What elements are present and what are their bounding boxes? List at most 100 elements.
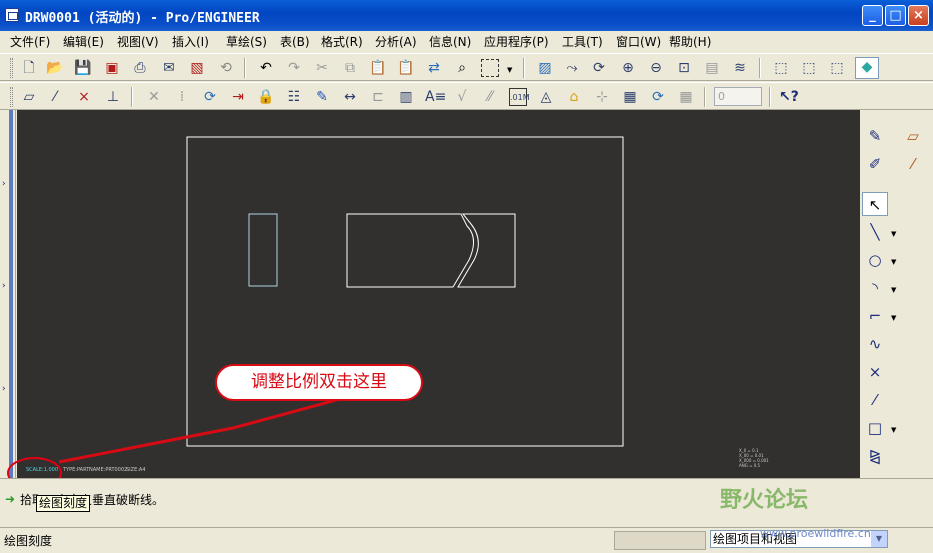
menu-insert[interactable]: 插入(I) [172,33,209,50]
broken-view-left[interactable] [346,213,474,288]
symbol-palette-icon[interactable]: ⌂ [565,88,583,106]
chevron-down-icon[interactable]: ▼ [891,426,896,434]
fillet-icon[interactable]: ⌐ [862,304,888,328]
chevron-down-icon[interactable]: ▼ [871,531,887,547]
draft-axis-icon[interactable]: ⁄ [900,152,926,176]
menu-analysis[interactable]: 分析(A) [375,33,417,50]
open-folder-icon[interactable]: 📂 [46,59,64,77]
menu-sketch[interactable]: 草绘(S) [226,33,267,50]
draft-datum-plane-icon[interactable]: ▱ [900,124,926,148]
show-annotations-icon[interactable]: ✎ [313,88,331,106]
circle-icon[interactable]: ○ [862,248,888,272]
save-icon[interactable]: 💾 [74,59,92,77]
menu-applications[interactable]: 应用程序(P) [484,33,549,50]
sketcher-palette-icon[interactable]: ✎ [862,124,888,148]
minimize-button[interactable]: _ [862,5,883,26]
update-sheets-icon[interactable]: ⟳ [201,88,219,106]
delete-icon: ✕ [148,89,160,105]
maximize-button[interactable]: □ [885,5,906,26]
dimension-icon[interactable]: ↔ [341,88,359,106]
menu-file[interactable]: 文件(F) [10,33,50,50]
move-to-sheet-icon[interactable]: ⇥ [229,88,247,106]
spin-center-icon[interactable]: ⤳ [563,59,581,77]
datum-planes-icon[interactable]: ▱ [20,88,38,106]
spinner-input[interactable]: 0 [714,87,762,106]
regenerate-model-icon[interactable]: ⇄ [425,59,443,77]
context-help-icon[interactable]: ↖? [779,88,799,106]
note-icon[interactable]: A≡ [425,88,446,106]
new-file-icon[interactable]: 🗋 [20,59,38,77]
chevron-down-icon[interactable]: ▼ [891,230,896,238]
arrow-right-icon: ➜ [5,492,16,506]
window-title: DRW0001 (活动的) - Pro/ENGINEER [25,11,260,26]
status-panel [614,531,706,550]
menu-table[interactable]: 表(B) [280,33,310,50]
navigator-strip[interactable]: › › › [0,110,16,478]
repaint-icon[interactable]: ▨ [536,59,554,77]
chevron-right-icon[interactable]: › [2,180,6,189]
chevron-down-icon[interactable]: ▼ [891,258,896,266]
table-icon[interactable]: ☷ [285,88,303,106]
symbol-icon[interactable]: ◬ [537,88,555,106]
offset-edge-icon[interactable]: ⁄ [862,388,888,412]
menu-window[interactable]: 窗口(W) [616,33,661,50]
toolbar-grip[interactable] [10,58,13,78]
redo-icon: ↷ [288,60,300,76]
selection-box-icon[interactable] [481,59,499,77]
chevron-right-icon[interactable]: › [2,385,6,394]
balloon-icon[interactable]: .01M [509,88,530,106]
mirror-icon[interactable]: ⧎ [862,444,888,468]
callout-arrow [58,426,234,464]
reference-dimension-icon[interactable]: ▥ [397,88,415,106]
print-icon[interactable]: ⎙ [131,59,149,77]
toolbar-grip[interactable] [10,87,13,107]
status-text: 绘图刻度 [4,534,53,548]
rectangle-icon[interactable]: □ [862,416,888,440]
zoom-out-icon[interactable]: ⊖ [647,59,665,77]
separator [704,87,706,107]
chevron-down-icon[interactable]: ▼ [507,66,512,74]
layers-icon[interactable]: ≋ [731,59,749,77]
undo-icon[interactable]: ↶ [257,59,275,77]
datum-points-icon[interactable]: × [75,88,93,106]
lock-view-icon[interactable]: 🔒 [257,88,275,106]
select-pointer-icon[interactable]: ↖ [862,192,888,216]
menu-edit[interactable]: 编辑(E) [63,33,104,50]
spline-icon[interactable]: ∿ [862,332,888,356]
model-name-label: NAME:PRT0002 [89,467,128,473]
chevron-down-icon[interactable]: ▼ [891,286,896,294]
point-icon[interactable]: × [862,360,888,384]
close-button[interactable]: × [908,5,929,26]
surface-finish-icon: √ [457,89,467,105]
hidden-line-icon[interactable]: ⬚ [800,59,818,77]
update-table-icon[interactable]: ⟳ [649,88,667,106]
menu-view[interactable]: 视图(V) [117,33,159,50]
datum-axes-icon[interactable]: ⁄ [46,88,64,106]
wireframe-icon[interactable]: ⬚ [772,59,790,77]
line-icon[interactable]: ╲ [862,220,888,244]
separator [769,87,771,107]
search-icon[interactable]: ⌕ [453,59,471,77]
shading-icon[interactable]: ◆ [855,57,879,79]
side-view-outline[interactable] [248,213,278,287]
menu-info[interactable]: 信息(N) [429,33,471,50]
drawing-canvas[interactable]: SCALE:1.000 TYPE:PART NAME:PRT0002 SIZE:… [17,110,860,478]
table-grid-icon[interactable]: ▦ [621,88,639,106]
coordinate-systems-icon[interactable]: ⊥ [104,88,122,106]
arc-icon[interactable]: ◝ [862,276,888,300]
refit-icon[interactable]: ⊡ [675,59,693,77]
menu-format[interactable]: 格式(R) [321,33,363,50]
no-hidden-icon[interactable]: ⬚ [828,59,846,77]
menu-tools[interactable]: 工具(T) [562,33,603,50]
edit-sketch-icon[interactable]: ✐ [862,152,888,176]
zoom-in-icon[interactable]: ⊕ [619,59,637,77]
menu-help[interactable]: 帮助(H) [669,33,711,50]
chevron-down-icon[interactable]: ▼ [891,314,896,322]
chevron-right-icon[interactable]: › [2,282,6,291]
app-icon[interactable] [5,8,19,22]
save-copy-icon[interactable]: ▣ [103,59,121,77]
navigator-bar[interactable] [9,110,13,478]
orient-icon[interactable]: ⟳ [590,59,608,77]
send-mail-icon[interactable]: ✉ [160,59,178,77]
close-window-icon[interactable]: ▧ [188,59,206,77]
